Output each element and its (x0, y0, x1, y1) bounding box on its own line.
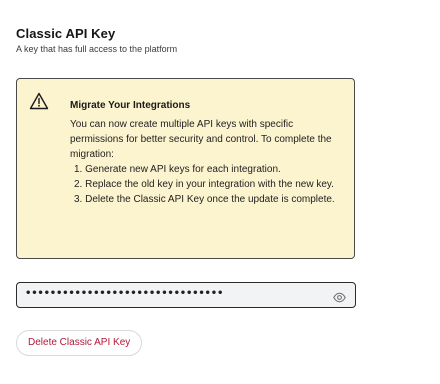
api-key-field[interactable]: •••••••••••••••••••••••••••••••• (16, 282, 356, 308)
api-key-masked-value[interactable]: •••••••••••••••••••••••••••••••• (25, 288, 223, 299)
migration-step: 3. Delete the Classic API Key once the u… (70, 192, 340, 207)
migration-step-text: 3. Delete the Classic API Key once the u… (74, 194, 335, 205)
warning-body: You can now create multiple API keys wit… (70, 119, 332, 160)
migration-step: 2. Replace the old key in your integrati… (70, 177, 340, 192)
classic-api-key-panel: Classic API Key A key that has full acce… (0, 0, 440, 384)
section-title: Classic API Key (16, 26, 116, 41)
migration-step-text: 2. Replace the old key in your integrati… (74, 179, 334, 190)
delete-classic-api-key-button[interactable]: Delete Classic API Key (16, 330, 143, 356)
warning-heading: Migrate Your Integrations (70, 100, 191, 111)
migration-step-text: 1. Generate new API keys for each integr… (74, 164, 281, 175)
migration-step: 1. Generate new API keys for each integr… (70, 162, 340, 177)
section-subtitle: A key that has full access to the platfo… (16, 44, 178, 54)
warning-triangle-icon (29, 92, 49, 110)
warning-content: Migrate Your Integrations You can now cr… (70, 100, 340, 207)
eye-icon[interactable] (333, 290, 346, 303)
migration-warning-callout: Migrate Your Integrations You can now cr… (16, 78, 355, 259)
